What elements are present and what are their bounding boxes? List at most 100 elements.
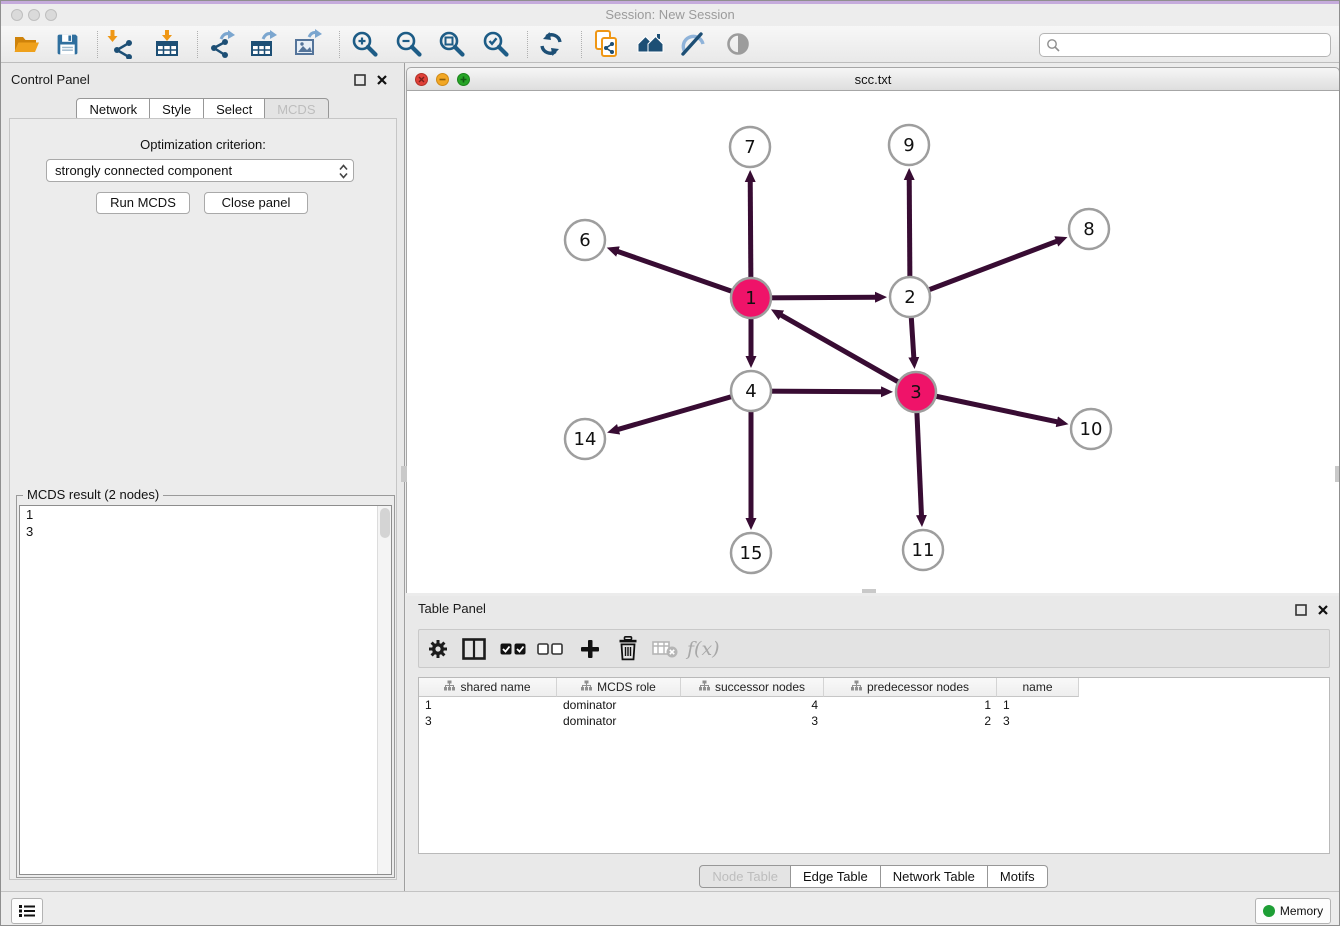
graph-node-7[interactable]: 7	[730, 127, 770, 167]
run-mcds-button[interactable]: Run MCDS	[96, 192, 190, 214]
close-table-panel-icon[interactable]	[1317, 603, 1329, 615]
mcds-result-item[interactable]: 1	[20, 506, 391, 523]
vizmapper-icon[interactable]	[676, 28, 710, 60]
graph-edge-3-1[interactable]	[781, 315, 916, 392]
splitter-grip-left[interactable]	[401, 466, 407, 482]
svg-text:10: 10	[1080, 419, 1103, 440]
float-panel-icon[interactable]	[354, 73, 366, 85]
node-table-header: shared nameMCDS rolesuccessor nodes prede…	[419, 678, 1329, 697]
graph-node-14[interactable]: 14	[565, 419, 605, 459]
float-table-panel-icon[interactable]	[1295, 603, 1307, 615]
export-image-icon[interactable]	[291, 28, 325, 60]
graph-node-4[interactable]: 4	[731, 371, 771, 411]
table-cell: 3	[997, 713, 1079, 729]
unselect-all-columns-icon[interactable]	[537, 630, 563, 667]
mcds-result-group: MCDS result (2 nodes) 13	[16, 495, 395, 878]
column-header-label: predecessor nodes	[867, 680, 969, 694]
column-type-icon	[699, 680, 710, 694]
duplicate-network-icon[interactable]	[589, 28, 623, 60]
column-type-icon	[444, 680, 455, 694]
window-title: Session: New Session	[1, 7, 1339, 22]
mcds-result-item[interactable]: 3	[20, 523, 391, 540]
graph-node-8[interactable]: 8	[1069, 209, 1109, 249]
graph-edge-3-10[interactable]	[916, 392, 1058, 422]
splitter-grip-bottom[interactable]	[862, 589, 876, 593]
table-panel-tabs: Node TableEdge TableNetwork TableMotifs	[406, 865, 1340, 888]
mcds-result-list[interactable]: 13	[19, 505, 392, 875]
control-panel: Control Panel NetworkStyleSelectMCDS Opt…	[1, 63, 405, 891]
table-settings-icon[interactable]	[427, 630, 449, 667]
save-session-icon[interactable]	[50, 28, 84, 60]
svg-text:8: 8	[1083, 219, 1094, 240]
graph-node-15[interactable]: 15	[731, 533, 771, 573]
column-header-shared-name[interactable]: shared name	[419, 678, 557, 697]
network-window-titlebar[interactable]: scc.txt	[406, 67, 1340, 91]
refresh-network-icon[interactable]	[534, 28, 568, 60]
select-all-columns-icon[interactable]	[500, 630, 526, 667]
close-panel-icon[interactable]	[376, 73, 388, 85]
table-panel: Table Panel	[406, 596, 1340, 891]
column-header-successor-nodes[interactable]: successor nodes	[681, 678, 824, 697]
splitter-grip-right[interactable]	[1335, 466, 1340, 482]
delete-table-icon	[652, 630, 678, 667]
zoom-selected-icon[interactable]	[478, 28, 512, 60]
close-panel-button[interactable]: Close panel	[204, 192, 308, 214]
table-cell: dominator	[557, 697, 681, 713]
search-box[interactable]	[1039, 33, 1331, 57]
graph-node-6[interactable]: 6	[565, 220, 605, 260]
table-cell: 3	[681, 713, 824, 729]
graph-edge-2-8[interactable]	[910, 241, 1057, 297]
apply-layout-home-icon[interactable]	[634, 28, 668, 60]
delete-columns-icon[interactable]	[618, 630, 638, 667]
show-columns-icon[interactable]	[462, 630, 486, 667]
search-icon	[1046, 38, 1060, 52]
graph-node-1[interactable]: 1	[731, 278, 771, 318]
graph-node-3[interactable]: 3	[896, 372, 936, 412]
import-network-icon[interactable]	[104, 28, 138, 60]
task-history-button[interactable]	[11, 898, 43, 924]
export-table-icon[interactable]	[247, 28, 281, 60]
zoom-in-icon[interactable]	[347, 28, 381, 60]
zoom-out-icon[interactable]	[391, 28, 425, 60]
search-input[interactable]	[1060, 35, 1330, 55]
svg-text:3: 3	[910, 382, 921, 403]
graph-node-11[interactable]: 11	[903, 530, 943, 570]
scrollbar-thumb[interactable]	[380, 508, 390, 538]
toolbar-separator	[339, 31, 340, 58]
optimization-select[interactable]: strongly connected component	[46, 159, 354, 182]
add-column-icon[interactable]	[579, 630, 601, 667]
svg-text:11: 11	[912, 540, 935, 561]
open-folder-icon[interactable]	[9, 28, 43, 60]
table-tab-node-table[interactable]: Node Table	[699, 865, 791, 888]
svg-text:2: 2	[904, 287, 915, 308]
import-table-icon[interactable]	[150, 28, 184, 60]
scrollbar[interactable]	[377, 506, 391, 874]
table-row[interactable]: 3dominator323	[419, 713, 1329, 729]
list-icon	[18, 904, 36, 918]
table-cell: 3	[419, 713, 557, 729]
optimization-select-value: strongly connected component	[55, 163, 232, 178]
column-header-predecessor-nodes[interactable]: predecessor nodes	[824, 678, 997, 697]
node-table-body: 1dominator4113dominator323	[419, 697, 1329, 729]
svg-text:4: 4	[745, 381, 756, 402]
memory-button[interactable]: Memory	[1255, 898, 1331, 924]
toolbar-separator	[527, 31, 528, 58]
table-tab-network-table[interactable]: Network Table	[881, 865, 988, 888]
control-panel-title: Control Panel	[11, 72, 90, 87]
graph-node-10[interactable]: 10	[1071, 409, 1111, 449]
svg-text:9: 9	[903, 135, 914, 156]
column-header-name[interactable]: name	[997, 678, 1079, 697]
select-stepper-icon	[339, 164, 348, 182]
table-tab-motifs[interactable]: Motifs	[988, 865, 1048, 888]
graph-node-2[interactable]: 2	[890, 277, 930, 317]
node-table: shared nameMCDS rolesuccessor nodes prede…	[418, 677, 1330, 854]
graph-node-9[interactable]: 9	[889, 125, 929, 165]
export-network-icon[interactable]	[205, 28, 239, 60]
function-builder-icon: f(x)	[687, 630, 720, 667]
graph-edge-1-6[interactable]	[617, 251, 751, 298]
column-header-mcds-role[interactable]: MCDS role	[557, 678, 681, 697]
network-canvas[interactable]: 1 2 3 4 6 7 8 9 10 11 14 15	[406, 91, 1340, 593]
table-row[interactable]: 1dominator411	[419, 697, 1329, 713]
table-tab-edge-table[interactable]: Edge Table	[791, 865, 881, 888]
zoom-fit-icon[interactable]	[434, 28, 468, 60]
